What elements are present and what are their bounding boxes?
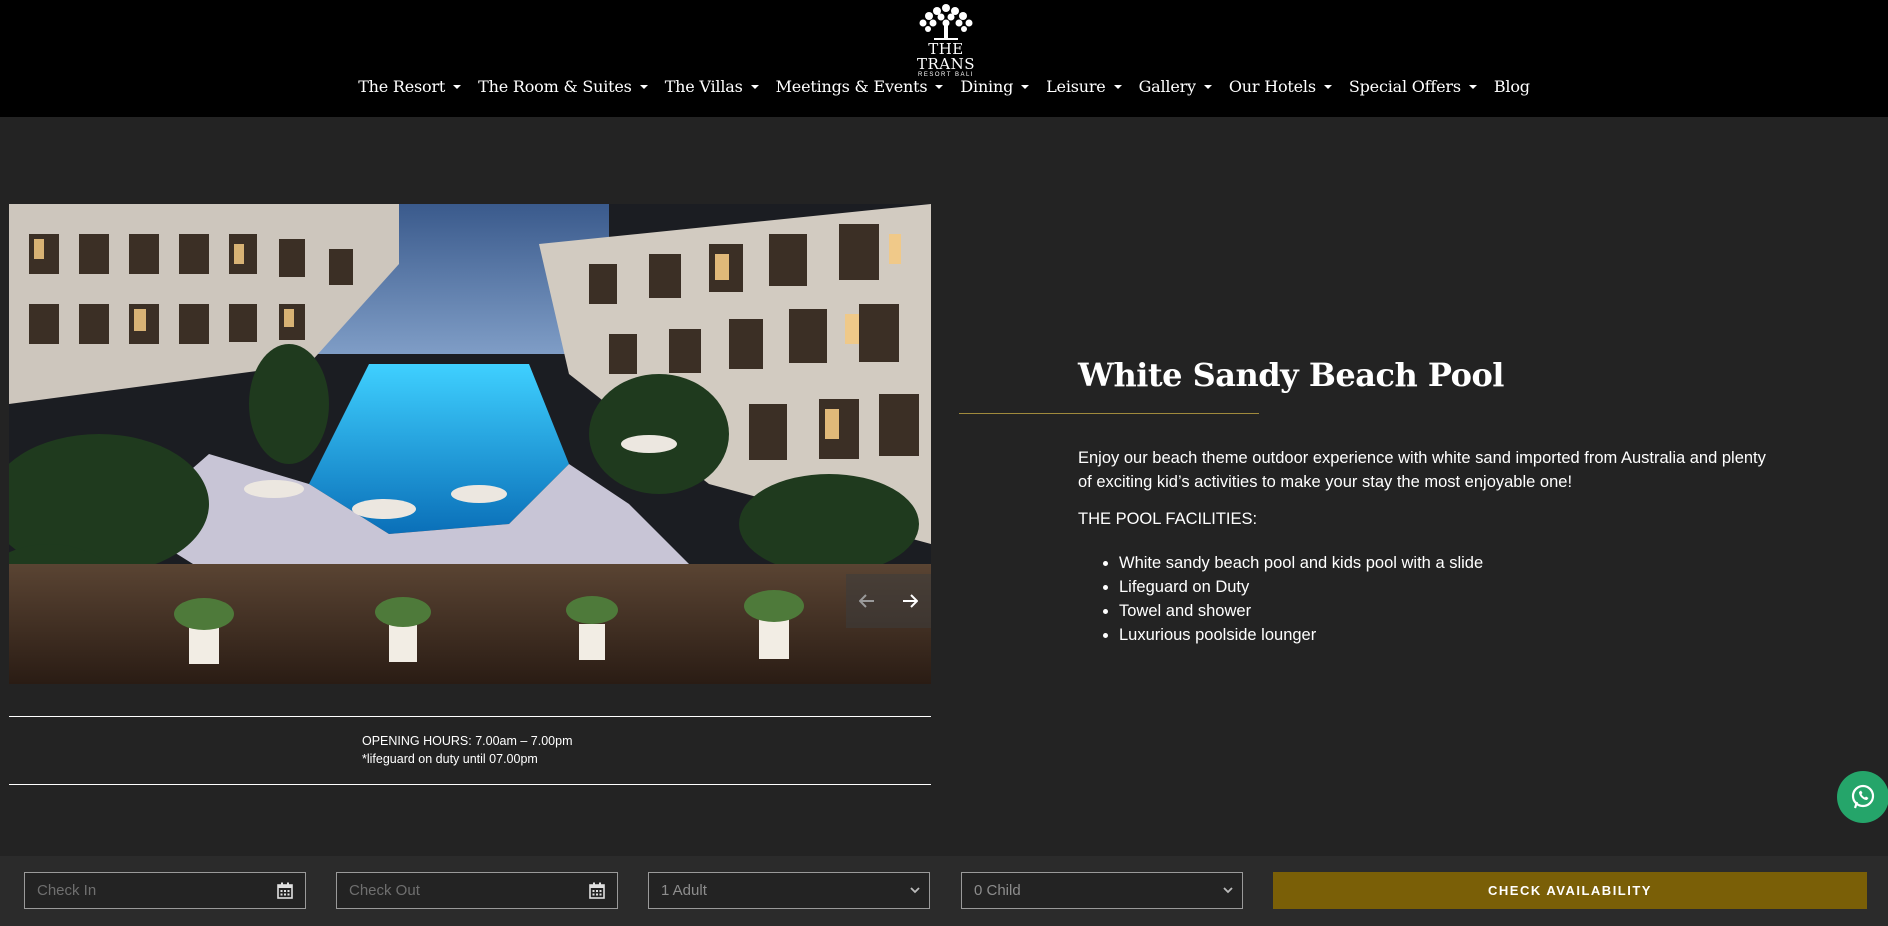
- opening-hours-label: OPENING HOURS: [362, 734, 469, 748]
- opening-hours-value: : 7.00am – 7.00pm: [468, 734, 573, 748]
- booking-bar: Check In Check Out 1 Adult 0 Child CHECK…: [0, 856, 1888, 926]
- nav-item-special-offers[interactable]: Special Offers: [1349, 77, 1477, 96]
- children-selected-value: 0 Child: [974, 882, 1021, 899]
- check-out-field[interactable]: Check Out: [336, 872, 618, 909]
- site-header: THE TRANS RESORT BALI The Resort The Roo…: [0, 0, 1888, 117]
- opening-hours: OPENING HOURS: 7.00am – 7.00pm *lifeguar…: [362, 732, 573, 768]
- arrow-right-icon: [902, 594, 918, 608]
- chevron-down-icon: [1223, 887, 1233, 894]
- brand-logo[interactable]: THE TRANS RESORT BALI: [898, 2, 994, 78]
- facilities-heading: THE POOL FACILITIES:: [1078, 510, 1258, 528]
- nav-item-villas[interactable]: The Villas: [665, 77, 759, 96]
- carousel-controls: [846, 574, 931, 628]
- caret-down-icon: [1203, 84, 1212, 89]
- nav-label: Meetings & Events: [775, 77, 928, 96]
- lifeguard-note: *lifeguard on duty until 07.00pm: [362, 752, 538, 766]
- list-item: Luxurious poolside lounger: [1119, 623, 1483, 647]
- check-availability-button[interactable]: CHECK AVAILABILITY: [1273, 872, 1867, 909]
- brand-name: THE TRANS: [916, 40, 976, 73]
- pool-image-carousel[interactable]: [9, 204, 931, 684]
- nav-label: The Villas: [664, 77, 743, 96]
- caret-down-icon: [639, 84, 648, 89]
- calendar-icon: [277, 882, 293, 899]
- nav-item-rooms-suites[interactable]: The Room & Suites: [478, 77, 648, 96]
- caret-down-icon: [935, 84, 944, 89]
- divider: [9, 784, 931, 785]
- list-item: Lifeguard on Duty: [1119, 575, 1483, 599]
- check-in-field[interactable]: Check In: [24, 872, 306, 909]
- page-title: White Sandy Beach Pool: [1078, 356, 1504, 394]
- nav-label: Dining: [960, 77, 1014, 96]
- caret-down-icon: [1323, 84, 1332, 89]
- check-in-placeholder: Check In: [37, 882, 97, 899]
- caret-down-icon: [750, 84, 759, 89]
- nav-item-dining[interactable]: Dining: [960, 77, 1030, 96]
- nav-item-gallery[interactable]: Gallery: [1139, 77, 1212, 96]
- pool-description: Enjoy our beach theme outdoor experience…: [1078, 449, 1766, 491]
- calendar-icon: [589, 882, 605, 899]
- nav-item-meetings-events[interactable]: Meetings & Events: [776, 77, 944, 96]
- adults-select[interactable]: 1 Adult: [648, 872, 930, 909]
- arrow-left-icon: [859, 594, 875, 608]
- nav-item-blog[interactable]: Blog: [1494, 77, 1530, 96]
- nav-label: The Resort: [358, 77, 446, 96]
- caret-down-icon: [1468, 84, 1477, 89]
- list-item: White sandy beach pool and kids pool wit…: [1119, 551, 1483, 575]
- nav-label: The Room & Suites: [478, 77, 632, 96]
- carousel-prev-button[interactable]: [846, 574, 889, 628]
- caret-down-icon: [453, 84, 462, 89]
- carousel-next-button[interactable]: [889, 574, 932, 628]
- nav-item-our-hotels[interactable]: Our Hotels: [1229, 77, 1332, 96]
- nav-item-leisure[interactable]: Leisure: [1046, 77, 1122, 96]
- caret-down-icon: [1021, 84, 1030, 89]
- nav-label: Special Offers: [1348, 77, 1461, 96]
- nav-label: Gallery: [1138, 77, 1197, 96]
- divider: [9, 716, 931, 717]
- whatsapp-button[interactable]: [1837, 771, 1888, 823]
- pool-photo: [9, 204, 931, 684]
- nav-label: Our Hotels: [1228, 77, 1316, 96]
- children-select[interactable]: 0 Child: [961, 872, 1243, 909]
- chevron-down-icon: [910, 887, 920, 894]
- main-nav: The Resort The Room & Suites The Villas …: [0, 77, 1888, 96]
- nav-item-the-resort[interactable]: The Resort: [358, 77, 462, 96]
- caret-down-icon: [1113, 84, 1122, 89]
- facilities-list: White sandy beach pool and kids pool wit…: [1119, 551, 1483, 647]
- check-out-placeholder: Check Out: [349, 882, 420, 899]
- list-item: Towel and shower: [1119, 599, 1483, 623]
- nav-label: Blog: [1493, 77, 1530, 96]
- title-underline: [959, 413, 1259, 414]
- nav-label: Leisure: [1046, 77, 1106, 96]
- adults-selected-value: 1 Adult: [661, 882, 707, 899]
- tree-logo-icon: [919, 4, 973, 40]
- whatsapp-icon: [1851, 784, 1875, 809]
